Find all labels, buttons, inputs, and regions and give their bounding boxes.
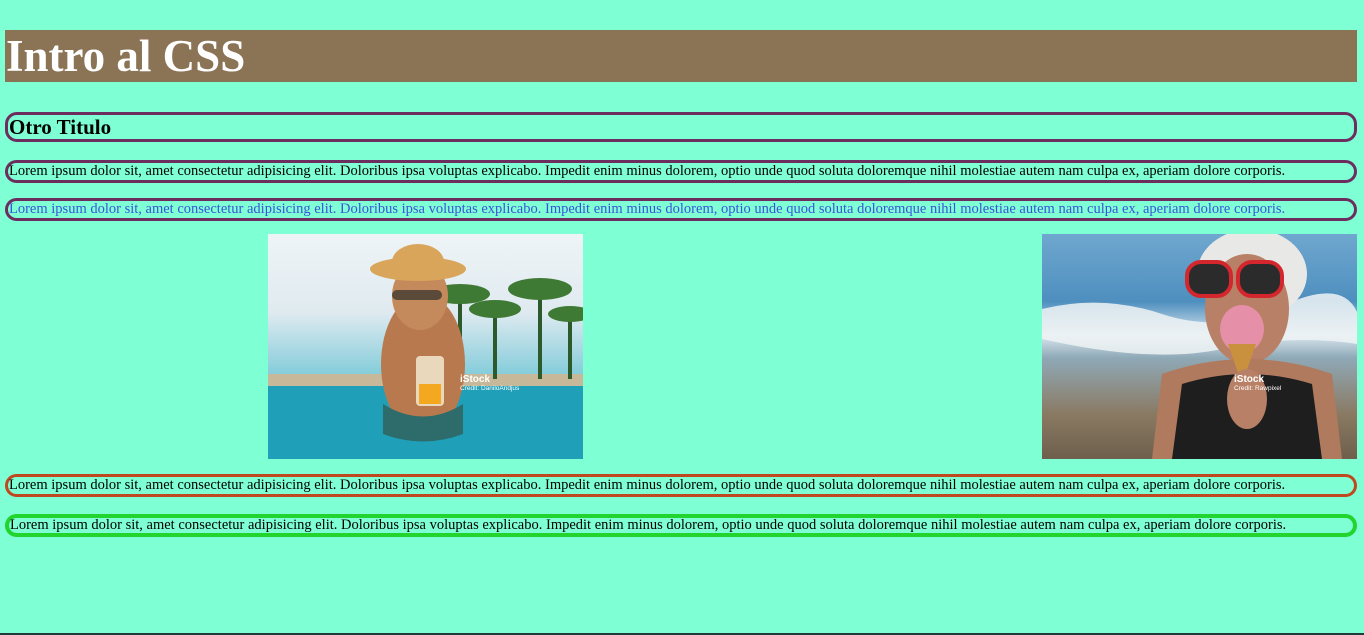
watermark: iStock Credit: DaniloAndjus xyxy=(460,374,520,392)
watermark: iStock Credit: Rawpixel xyxy=(1234,374,1282,392)
image-row: iStock Credit: DaniloAndjus iStock Credi… xyxy=(5,234,1357,459)
page-title: Intro al CSS xyxy=(5,30,1357,82)
photo-woman-icecream-illustration xyxy=(1042,234,1357,459)
paragraph-2-link-colored: Lorem ipsum dolor sit, amet consectetur … xyxy=(5,198,1357,221)
paragraph-4-green-border: Lorem ipsum dolor sit, amet consectetur … xyxy=(5,514,1357,537)
photo-woman-pool-illustration xyxy=(268,244,583,459)
section-title: Otro Titulo xyxy=(5,112,1357,142)
page-content: Intro al CSS Otro Titulo Lorem ipsum dol… xyxy=(5,30,1357,537)
photo-woman-icecream: iStock Credit: Rawpixel xyxy=(1042,234,1357,459)
paragraph-1: Lorem ipsum dolor sit, amet consectetur … xyxy=(5,160,1357,183)
paragraph-3-orange-border: Lorem ipsum dolor sit, amet consectetur … xyxy=(5,474,1357,497)
photo-woman-pool: iStock Credit: DaniloAndjus xyxy=(268,234,583,459)
